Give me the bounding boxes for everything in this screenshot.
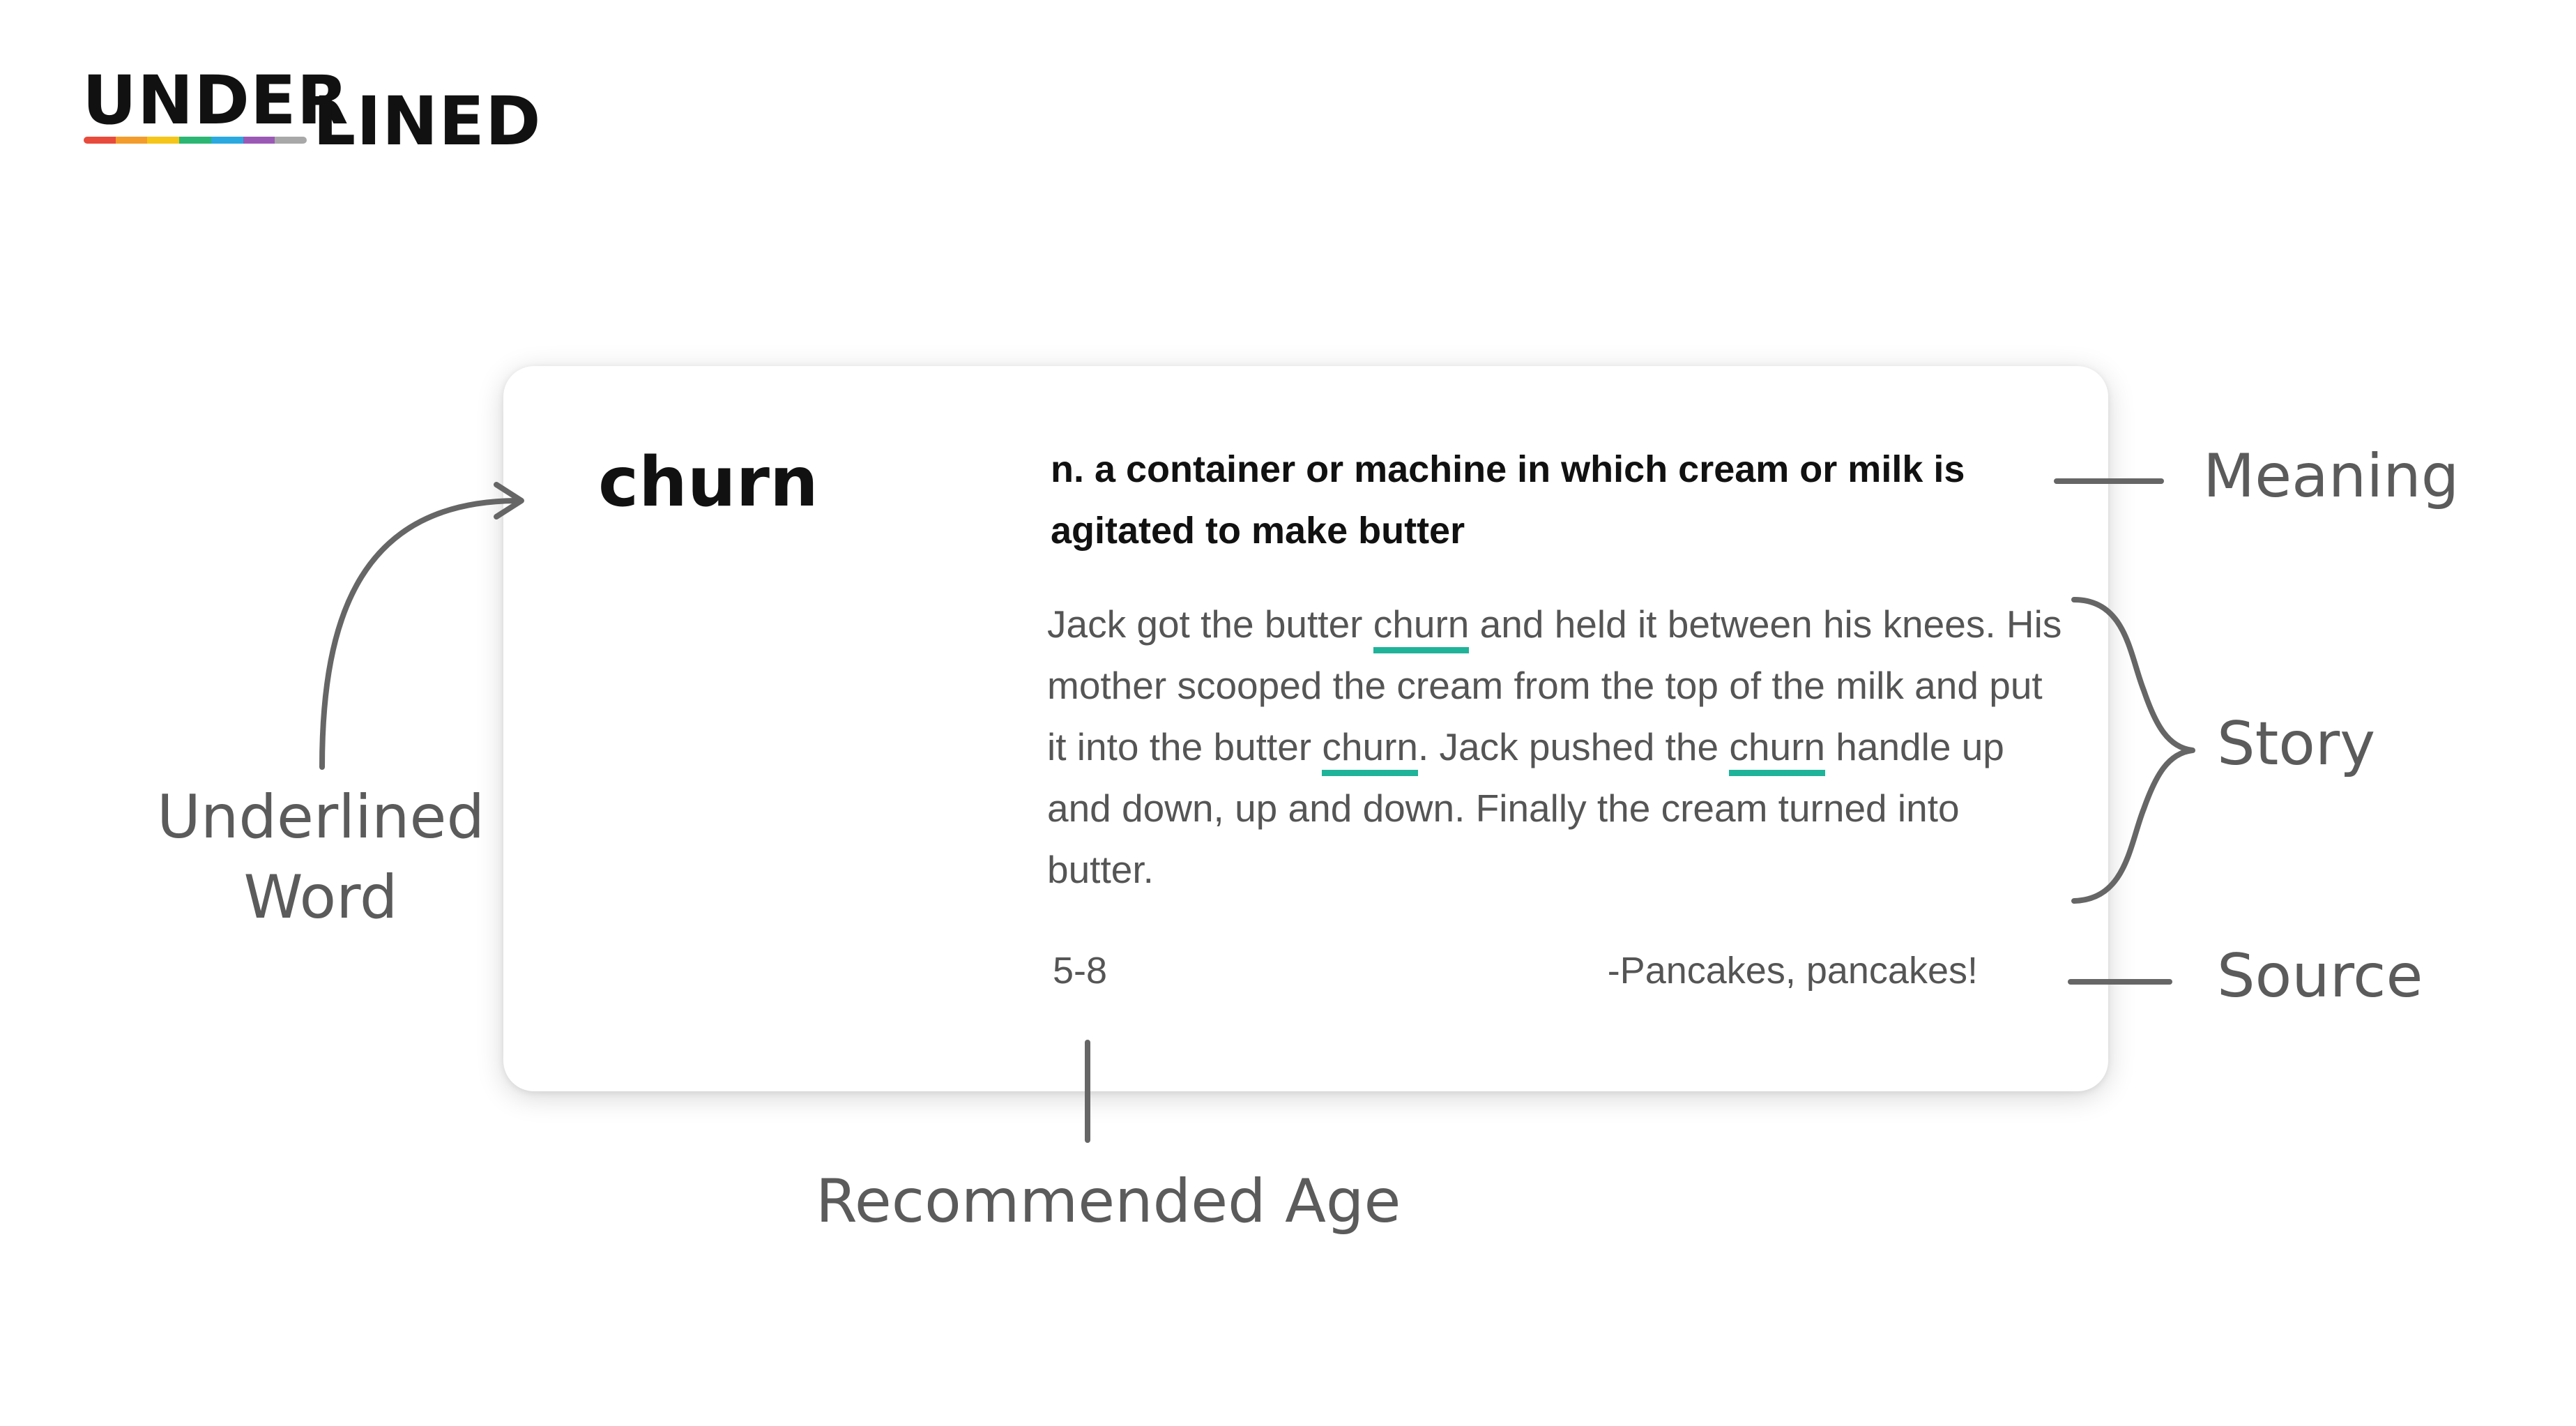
label-source: Source: [2217, 941, 2423, 1011]
underlined-word-arrow: [319, 498, 519, 770]
label-story: Story: [2217, 709, 2376, 779]
label-underlined-word-line1: Underlined: [156, 782, 485, 852]
label-underlined-word-line2: Word: [243, 863, 398, 932]
label-underlined-word: Underlined Word: [139, 778, 502, 938]
label-meaning: Meaning: [2203, 441, 2460, 511]
label-recommended-age: Recommended Age: [816, 1167, 1401, 1236]
story-brace: [2071, 597, 2195, 904]
